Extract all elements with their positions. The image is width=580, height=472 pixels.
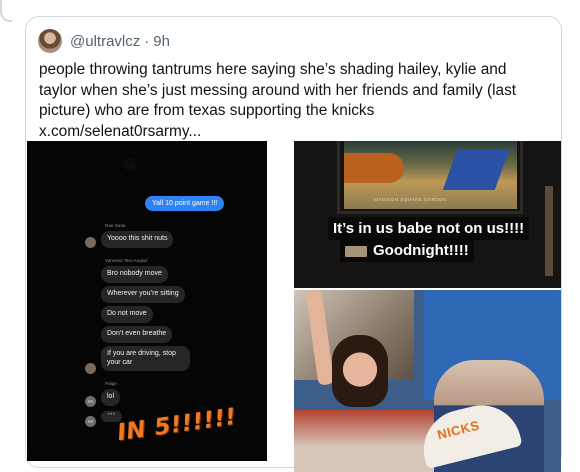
- message-bubble: Do not move: [101, 306, 153, 323]
- sticker-overlay-text: IN 5!!!!!!: [115, 403, 238, 447]
- photo-caption: Goodnight!!!!: [340, 239, 474, 262]
- message-bubble: Don’t even breathe: [101, 326, 173, 343]
- sent-message-bubble: Yall 10 point game !!!: [145, 196, 225, 211]
- post-text-line: people throwing tantrums here saying she…: [39, 61, 507, 78]
- sender-name: Vanessa Tara Angiuli: [105, 258, 148, 263]
- sender-name: Paige: [105, 381, 117, 386]
- media-image-chat-screenshot[interactable]: 😂 Yall 10 point game !!! Rae Sada Yoooo …: [27, 141, 267, 461]
- post-text-line: picture) who are from texas supporting t…: [39, 102, 375, 119]
- message-bubble: Bro nobody move: [101, 266, 168, 283]
- message-bubble: Yoooo this shit nuts: [101, 231, 174, 248]
- sender-avatar: PR: [85, 416, 96, 427]
- media-image-tv-game[interactable]: MADISON SQUARE GARDEN It’s in us babe no…: [294, 141, 561, 288]
- media-image-selfie[interactable]: NICKS: [294, 290, 561, 472]
- thread-connector: [0, 0, 12, 22]
- message-bubble: lol: [101, 389, 121, 406]
- child-face: [332, 335, 388, 407]
- laughing-emoji-icon: 😂: [122, 157, 138, 172]
- separator-dot: ·: [144, 32, 150, 50]
- author-handle[interactable]: @ultravlcz: [70, 33, 140, 50]
- post-link[interactable]: x.com/selenat0rsarmy...: [39, 122, 549, 143]
- sender-avatar: [85, 237, 96, 248]
- photo-caption: It’s in us babe not on us!!!!: [328, 217, 530, 240]
- post-time[interactable]: 9h: [153, 33, 170, 50]
- sender-name: Rae Sada: [105, 223, 126, 228]
- sender-avatar: [85, 363, 96, 374]
- sender-avatar: PR: [85, 396, 96, 407]
- tv-frame: [337, 141, 523, 214]
- photo-caption-line: Goodnight!!!!: [373, 242, 469, 259]
- post-header: @ultravlcz · 9h: [38, 28, 170, 54]
- media-grid: 😂 Yall 10 point game !!! Rae Sada Yoooo …: [27, 141, 561, 472]
- sticker-icon: [345, 245, 367, 257]
- cap-logo-text: NICKS: [435, 417, 482, 443]
- message-bubble: If you are driving, stop your car: [101, 346, 190, 371]
- avatar[interactable]: [38, 29, 62, 53]
- message-bubble: Wherever you’re sitting: [101, 286, 185, 303]
- post-text-line: taylor when she’s just messing around wi…: [39, 81, 517, 99]
- post-text: people throwing tantrums here saying she…: [39, 60, 549, 142]
- shirt: [294, 410, 434, 472]
- shelf: [545, 186, 553, 276]
- photo-caption-line: It’s in us babe not on us!!!!: [333, 220, 525, 237]
